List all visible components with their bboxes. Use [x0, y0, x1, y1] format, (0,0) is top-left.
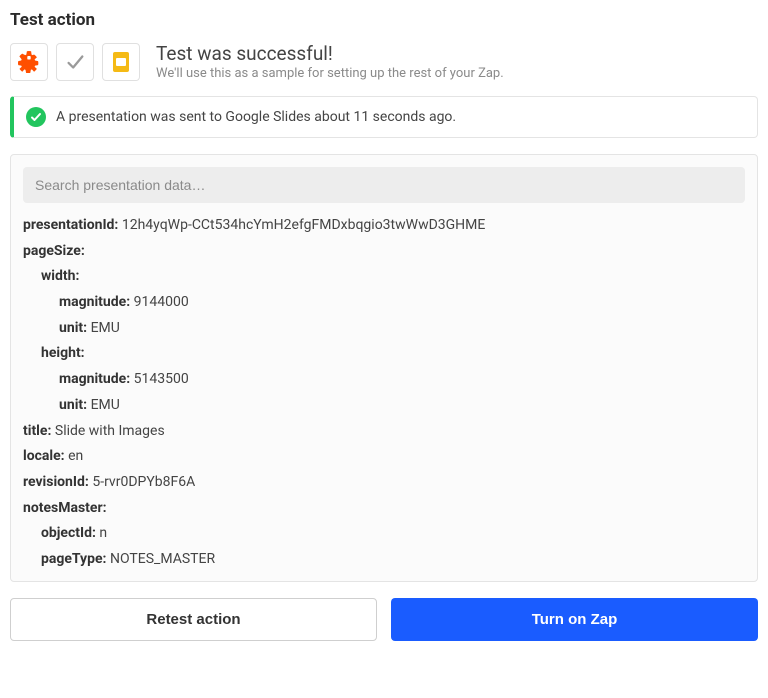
val-presentationId: 12h4yqWp-CCt534hcYmH2efgFMDxbqgio3twWwD3…: [122, 217, 486, 233]
status-subtext: We'll use this as a sample for setting u…: [156, 66, 504, 82]
search-input[interactable]: [23, 167, 745, 203]
success-banner: A presentation was sent to Google Slides…: [10, 96, 758, 138]
data-panel: presentationId: 12h4yqWp-CCt534hcYmH2efg…: [10, 154, 758, 582]
key-locale: locale:: [23, 448, 65, 464]
key-pageType: pageType:: [41, 551, 107, 567]
key-pageSize: pageSize:: [23, 243, 85, 259]
key-revisionId: revisionId:: [23, 474, 89, 490]
val-height-magnitude: 5143500: [134, 371, 189, 387]
key-width-unit: unit:: [59, 320, 87, 336]
check-arrow-icon: [56, 43, 94, 81]
val-pageType: NOTES_MASTER: [110, 551, 215, 567]
val-title: Slide with Images: [55, 423, 165, 439]
key-height: height:: [41, 345, 85, 361]
status-heading: Test was successful!: [156, 42, 504, 66]
key-presentationId: presentationId:: [23, 217, 118, 233]
data-scroll-area[interactable]: presentationId: 12h4yqWp-CCt534hcYmH2efg…: [23, 213, 745, 573]
key-title: title:: [23, 423, 51, 439]
check-icon: [26, 107, 46, 127]
val-locale: en: [68, 448, 83, 464]
key-height-unit: unit:: [59, 397, 87, 413]
val-width-unit: EMU: [91, 320, 120, 336]
key-notesMaster: notesMaster:: [23, 500, 107, 516]
val-width-magnitude: 9144000: [134, 294, 189, 310]
retest-button[interactable]: Retest action: [10, 598, 377, 641]
key-height-magnitude: magnitude:: [59, 371, 130, 387]
val-height-unit: EMU: [91, 397, 120, 413]
google-slides-icon: [102, 43, 140, 81]
turn-on-zap-button[interactable]: Turn on Zap: [391, 598, 758, 641]
action-row: Retest action Turn on Zap: [10, 598, 758, 641]
status-row: Test was successful! We'll use this as a…: [10, 42, 758, 82]
val-revisionId: 5-rvr0DPYb8F6A: [92, 474, 195, 490]
key-objectId: objectId:: [41, 525, 96, 541]
page-title: Test action: [10, 10, 758, 30]
zapier-icon: [10, 43, 48, 81]
key-width-magnitude: magnitude:: [59, 294, 130, 310]
banner-text: A presentation was sent to Google Slides…: [56, 109, 456, 125]
key-width: width:: [41, 268, 79, 284]
val-objectId: n: [99, 525, 107, 541]
